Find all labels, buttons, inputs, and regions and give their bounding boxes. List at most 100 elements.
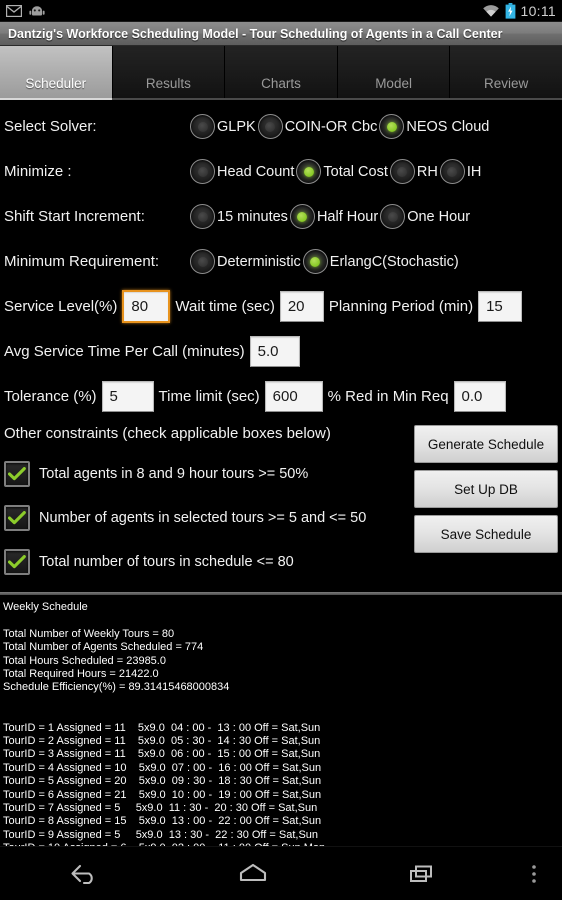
radio-half-hour-label: Half Hour <box>316 208 379 225</box>
output-summary-line: Total Hours Scheduled = 23985.0 <box>3 654 166 667</box>
wait-time-input[interactable]: 20 <box>279 291 324 322</box>
radio-coin-or-cbc-label: COIN-OR Cbc <box>284 118 378 135</box>
radio-ih[interactable] <box>439 159 465 184</box>
row-service-level: Service Level(%) 80 Wait time (sec) 20 P… <box>4 284 558 329</box>
checkbox-total-tours-in-schedule[interactable] <box>4 549 30 575</box>
nav-recents-button[interactable] <box>337 861 506 887</box>
generate-schedule-button[interactable]: Generate Schedule <box>414 425 558 463</box>
radio-option-15-minutes[interactable]: 15 minutes <box>190 204 290 229</box>
radio-option-half-hour[interactable]: Half Hour <box>289 204 380 229</box>
planning-period-label: Planning Period (min) <box>328 298 474 315</box>
radio-total-cost-label: Total Cost <box>323 163 388 180</box>
output-spacer-1 <box>3 614 559 627</box>
back-icon <box>71 864 94 884</box>
constraints-and-actions: Other constraints (check applicable boxe… <box>0 419 562 584</box>
radio-15-minutes[interactable] <box>190 204 215 229</box>
row-shift-start-increment: Shift Start Increment: 15 minutes Half H… <box>4 194 558 239</box>
constraint-label-1: Total agents in 8 and 9 hour tours >= 50… <box>39 466 309 482</box>
service-level-input[interactable]: 80 <box>122 290 171 323</box>
min-requirement-radio-group[interactable]: Deterministic ErlangC(Stochastic) <box>190 249 461 274</box>
radio-coin-or-cbc[interactable] <box>257 114 283 139</box>
radio-deterministic-label: Deterministic <box>217 253 301 270</box>
radio-erlangc[interactable] <box>302 249 328 274</box>
app-title-bar: Dantzig's Workforce Scheduling Model - T… <box>0 22 562 46</box>
minimum-requirement-label: Minimum Requirement: <box>4 253 160 270</box>
row-minimize: Minimize : Head Count Total Cost RH IH <box>4 149 558 194</box>
radio-option-rh[interactable]: RH <box>389 159 440 184</box>
page-title: Dantzig's Workforce Scheduling Model - T… <box>8 26 503 41</box>
constraint-label-2: Number of agents in selected tours >= 5 … <box>39 510 367 526</box>
avg-service-time-input[interactable]: 5.0 <box>249 336 300 367</box>
planning-period-input[interactable]: 15 <box>478 291 523 322</box>
radio-glpk[interactable] <box>190 114 215 139</box>
output-tour-line: TourID = 6 Assigned = 21 5x9.0 10 : 00 -… <box>3 788 322 801</box>
tab-scheduler-label: Scheduler <box>25 76 87 91</box>
radio-option-one-hour[interactable]: One Hour <box>380 204 472 229</box>
pct-red-min-req-input[interactable]: 0.0 <box>453 381 506 412</box>
constraint-row-3[interactable]: Total number of tours in schedule <= 80 <box>4 540 408 584</box>
set-up-db-button[interactable]: Set Up DB <box>414 470 558 508</box>
radio-option-erlangc[interactable]: ErlangC(Stochastic) <box>302 249 461 274</box>
nav-home-button[interactable] <box>169 861 338 887</box>
tab-bar[interactable]: Scheduler Results Charts Model Review <box>0 46 562 100</box>
radio-head-count[interactable] <box>190 159 215 184</box>
radio-ih-label: IH <box>466 163 482 180</box>
radio-half-hour[interactable] <box>289 204 315 229</box>
tolerance-input[interactable]: 5 <box>101 381 154 412</box>
radio-head-count-label: Head Count <box>217 163 295 180</box>
radio-option-deterministic[interactable]: Deterministic <box>190 249 303 274</box>
scheduler-form: Select Solver: GLPK COIN-OR Cbc NEOS Clo… <box>0 100 562 419</box>
shift-increment-radio-group[interactable]: 15 minutes Half Hour One Hour <box>190 204 472 229</box>
radio-option-ih[interactable]: IH <box>439 159 484 184</box>
radio-option-coin-or-cbc[interactable]: COIN-OR Cbc <box>257 114 380 139</box>
mail-icon <box>5 4 23 17</box>
output-tour-line: TourID = 1 Assigned = 11 5x9.0 04 : 00 -… <box>3 721 321 734</box>
nav-back-button[interactable] <box>0 861 169 887</box>
radio-rh[interactable] <box>389 159 415 184</box>
output-tour-line: TourID = 2 Assigned = 11 5x9.0 05 : 30 -… <box>3 735 321 748</box>
radio-one-hour[interactable] <box>380 204 406 229</box>
wait-time-label: Wait time (sec) <box>175 298 275 315</box>
tab-results-label: Results <box>145 76 191 91</box>
constraint-row-2[interactable]: Number of agents in selected tours >= 5 … <box>4 496 408 540</box>
output-spacer-3 <box>3 708 559 721</box>
status-bar-notifications <box>5 4 45 17</box>
output-tour-line: TourID = 8 Assigned = 15 5x9.0 13 : 00 -… <box>3 815 322 828</box>
radio-option-total-cost[interactable]: Total Cost <box>296 159 389 184</box>
radio-option-neos-cloud[interactable]: NEOS Cloud <box>379 114 491 139</box>
constraints-section: Other constraints (check applicable boxe… <box>4 425 408 584</box>
nav-overflow-menu-button[interactable] <box>506 861 562 887</box>
radio-total-cost[interactable] <box>296 159 322 184</box>
tab-scheduler[interactable]: Scheduler <box>0 46 113 100</box>
schedule-output-pane[interactable]: Weekly Schedule Total Number of Weekly T… <box>0 595 562 863</box>
solver-radio-group[interactable]: GLPK COIN-OR Cbc NEOS Cloud <box>190 114 491 139</box>
tab-charts[interactable]: Charts <box>225 46 338 98</box>
system-navigation-bar[interactable] <box>0 846 562 900</box>
tab-model[interactable]: Model <box>337 46 451 98</box>
tab-review-label: Review <box>484 76 529 91</box>
checkbox-total-agents-8-9-hour-tours[interactable] <box>4 461 30 487</box>
tab-model-label: Model <box>375 76 412 91</box>
check-icon <box>8 555 26 569</box>
minimize-radio-group[interactable]: Head Count Total Cost RH IH <box>190 159 483 184</box>
time-limit-label: Time limit (sec) <box>158 388 260 405</box>
time-limit-input[interactable]: 600 <box>264 381 323 412</box>
radio-glpk-label: GLPK <box>217 118 256 135</box>
output-tour-line: TourID = 7 Assigned = 5 5x9.0 11 : 30 - … <box>3 802 318 815</box>
radio-option-head-count[interactable]: Head Count <box>190 159 296 184</box>
radio-option-glpk[interactable]: GLPK <box>190 114 258 139</box>
tab-results[interactable]: Results <box>112 46 226 98</box>
row-avg-service-time: Avg Service Time Per Call (minutes) 5.0 <box>4 329 558 374</box>
tab-review[interactable]: Review <box>450 46 562 98</box>
radio-one-hour-label: One Hour <box>407 208 471 225</box>
radio-rh-label: RH <box>416 163 438 180</box>
output-spacer-2 <box>3 695 559 708</box>
checkbox-agents-in-selected-tours[interactable] <box>4 505 30 531</box>
home-icon <box>239 863 267 881</box>
constraint-row-1[interactable]: Total agents in 8 and 9 hour tours >= 50… <box>4 452 408 496</box>
select-solver-label: Select Solver: <box>4 118 97 135</box>
radio-deterministic[interactable] <box>190 249 215 274</box>
output-heading: Weekly Schedule <box>3 601 88 613</box>
radio-neos-cloud[interactable] <box>379 114 405 139</box>
save-schedule-button[interactable]: Save Schedule <box>414 515 558 553</box>
